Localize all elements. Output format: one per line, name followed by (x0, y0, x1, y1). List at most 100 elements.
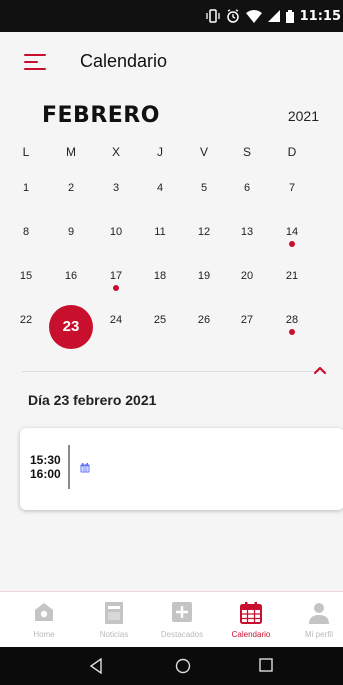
calendar-day[interactable]: 18 (138, 268, 182, 298)
calendar-day[interactable]: 16 (49, 268, 93, 298)
weekday-label: V (199, 145, 208, 159)
nav-label: Home (33, 630, 55, 639)
event-divider (68, 445, 70, 489)
day-number: 16 (64, 270, 78, 282)
chevron-up-icon[interactable] (311, 361, 329, 379)
calendar-day[interactable]: 20 (225, 268, 269, 298)
day-number: 17 (109, 270, 123, 282)
calendar-day[interactable]: 5 (182, 180, 226, 210)
calendar-day[interactable]: 26 (182, 312, 226, 342)
nav-profile[interactable]: Mi perfil (285, 592, 343, 648)
day-number: 28 (285, 314, 299, 326)
signal-icon (267, 10, 280, 22)
page-title: Calendario (80, 51, 168, 71)
vibrate-icon (205, 9, 220, 23)
weekday-header: LMXJVSD (0, 145, 343, 161)
weekday-label: X (111, 145, 120, 159)
back-icon[interactable] (89, 657, 103, 679)
day-number: 11 (154, 226, 166, 238)
day-number: 3 (112, 182, 120, 194)
calendar-icon (240, 602, 262, 629)
status-time: 11:15 (299, 8, 341, 24)
day-number: 27 (240, 314, 254, 326)
calendar-day[interactable]: 27 (225, 312, 269, 342)
day-number: 9 (67, 226, 75, 238)
day-number: 24 (109, 314, 123, 326)
calendar-day[interactable]: 3 (94, 180, 138, 210)
nav-calendar[interactable]: Calendario (217, 592, 285, 648)
home-icon (34, 602, 54, 627)
event-times: 15:30 16:00 (30, 453, 61, 481)
nav-featured[interactable]: Destacados (148, 592, 216, 648)
calendar-day[interactable]: 9 (49, 224, 93, 254)
calendar-day[interactable]: 8 (4, 224, 48, 254)
nav-home[interactable]: Home (10, 592, 78, 648)
calendar-day[interactable]: 22 (4, 312, 48, 342)
event-dot (289, 329, 295, 335)
month-name: FEBRERO (42, 103, 160, 128)
event-dot (113, 285, 119, 291)
calendar-day[interactable]: 11 (138, 224, 182, 254)
news-icon (105, 602, 123, 629)
wifi-icon (245, 9, 262, 23)
calendar-day[interactable]: 2 (49, 180, 93, 210)
event-start-time: 15:30 (30, 453, 61, 467)
event-card[interactable]: 15:30 16:00 (20, 428, 343, 510)
day-number: 21 (285, 270, 299, 282)
day-number: 25 (153, 314, 167, 326)
day-number: 15 (19, 270, 33, 282)
calendar-day[interactable]: 10 (94, 224, 138, 254)
event-dot (289, 241, 295, 247)
user-icon (308, 602, 330, 629)
bottom-nav: Home Noticias Destacados Calendario Mi p… (0, 591, 343, 647)
calendar-day[interactable]: 28 (270, 312, 314, 342)
day-number: 8 (22, 226, 30, 238)
day-number: 13 (240, 226, 254, 238)
day-number: 20 (240, 270, 254, 282)
calendar-day[interactable]: 12 (182, 224, 226, 254)
app-header: Calendario (0, 32, 343, 92)
day-number: 23 (49, 305, 93, 349)
calendar-day[interactable]: 17 (94, 268, 138, 298)
selected-day-heading: Día 23 febrero 2021 (28, 392, 157, 408)
weekday-label: L (22, 145, 30, 159)
weekday-label: S (242, 145, 251, 159)
calendar-day[interactable]: 25 (138, 312, 182, 342)
calendar-day[interactable]: 19 (182, 268, 226, 298)
weekday-label: M (66, 145, 76, 159)
plus-icon (172, 602, 192, 627)
calendar-day[interactable]: 1 (4, 180, 48, 210)
nav-news[interactable]: Noticias (80, 592, 148, 648)
divider (22, 371, 327, 372)
event-end-time: 16:00 (30, 467, 61, 481)
calendar-day[interactable]: 13 (225, 224, 269, 254)
calendar-day[interactable]: 21 (270, 268, 314, 298)
calendar-day[interactable]: 15 (4, 268, 48, 298)
year-label: 2021 (287, 108, 319, 124)
calendar-day[interactable]: 14 (270, 224, 314, 254)
day-number: 22 (19, 314, 33, 326)
nav-label: Noticias (99, 630, 129, 639)
day-number: 5 (200, 182, 208, 194)
menu-icon[interactable] (24, 54, 46, 71)
day-number: 7 (288, 182, 296, 194)
day-number: 6 (243, 182, 251, 194)
day-number: 18 (153, 270, 167, 282)
day-number: 4 (156, 182, 164, 194)
day-number: 1 (22, 182, 30, 194)
alarm-icon (226, 9, 240, 23)
calendar-day[interactable]: 7 (270, 180, 314, 210)
nav-label: Mi perfil (304, 630, 333, 639)
android-nav-bar (0, 647, 343, 685)
day-number: 14 (285, 226, 299, 238)
recents-icon[interactable] (259, 658, 273, 677)
calendar-day-selected[interactable]: 23 (49, 305, 93, 349)
day-number: 19 (197, 270, 211, 282)
day-number: 12 (197, 226, 211, 238)
weekday-label: J (157, 145, 163, 159)
weekday-label: D (287, 145, 297, 159)
calendar-day[interactable]: 6 (225, 180, 269, 210)
calendar-day[interactable]: 24 (94, 312, 138, 342)
home-circle-icon[interactable] (175, 658, 191, 679)
calendar-day[interactable]: 4 (138, 180, 182, 210)
